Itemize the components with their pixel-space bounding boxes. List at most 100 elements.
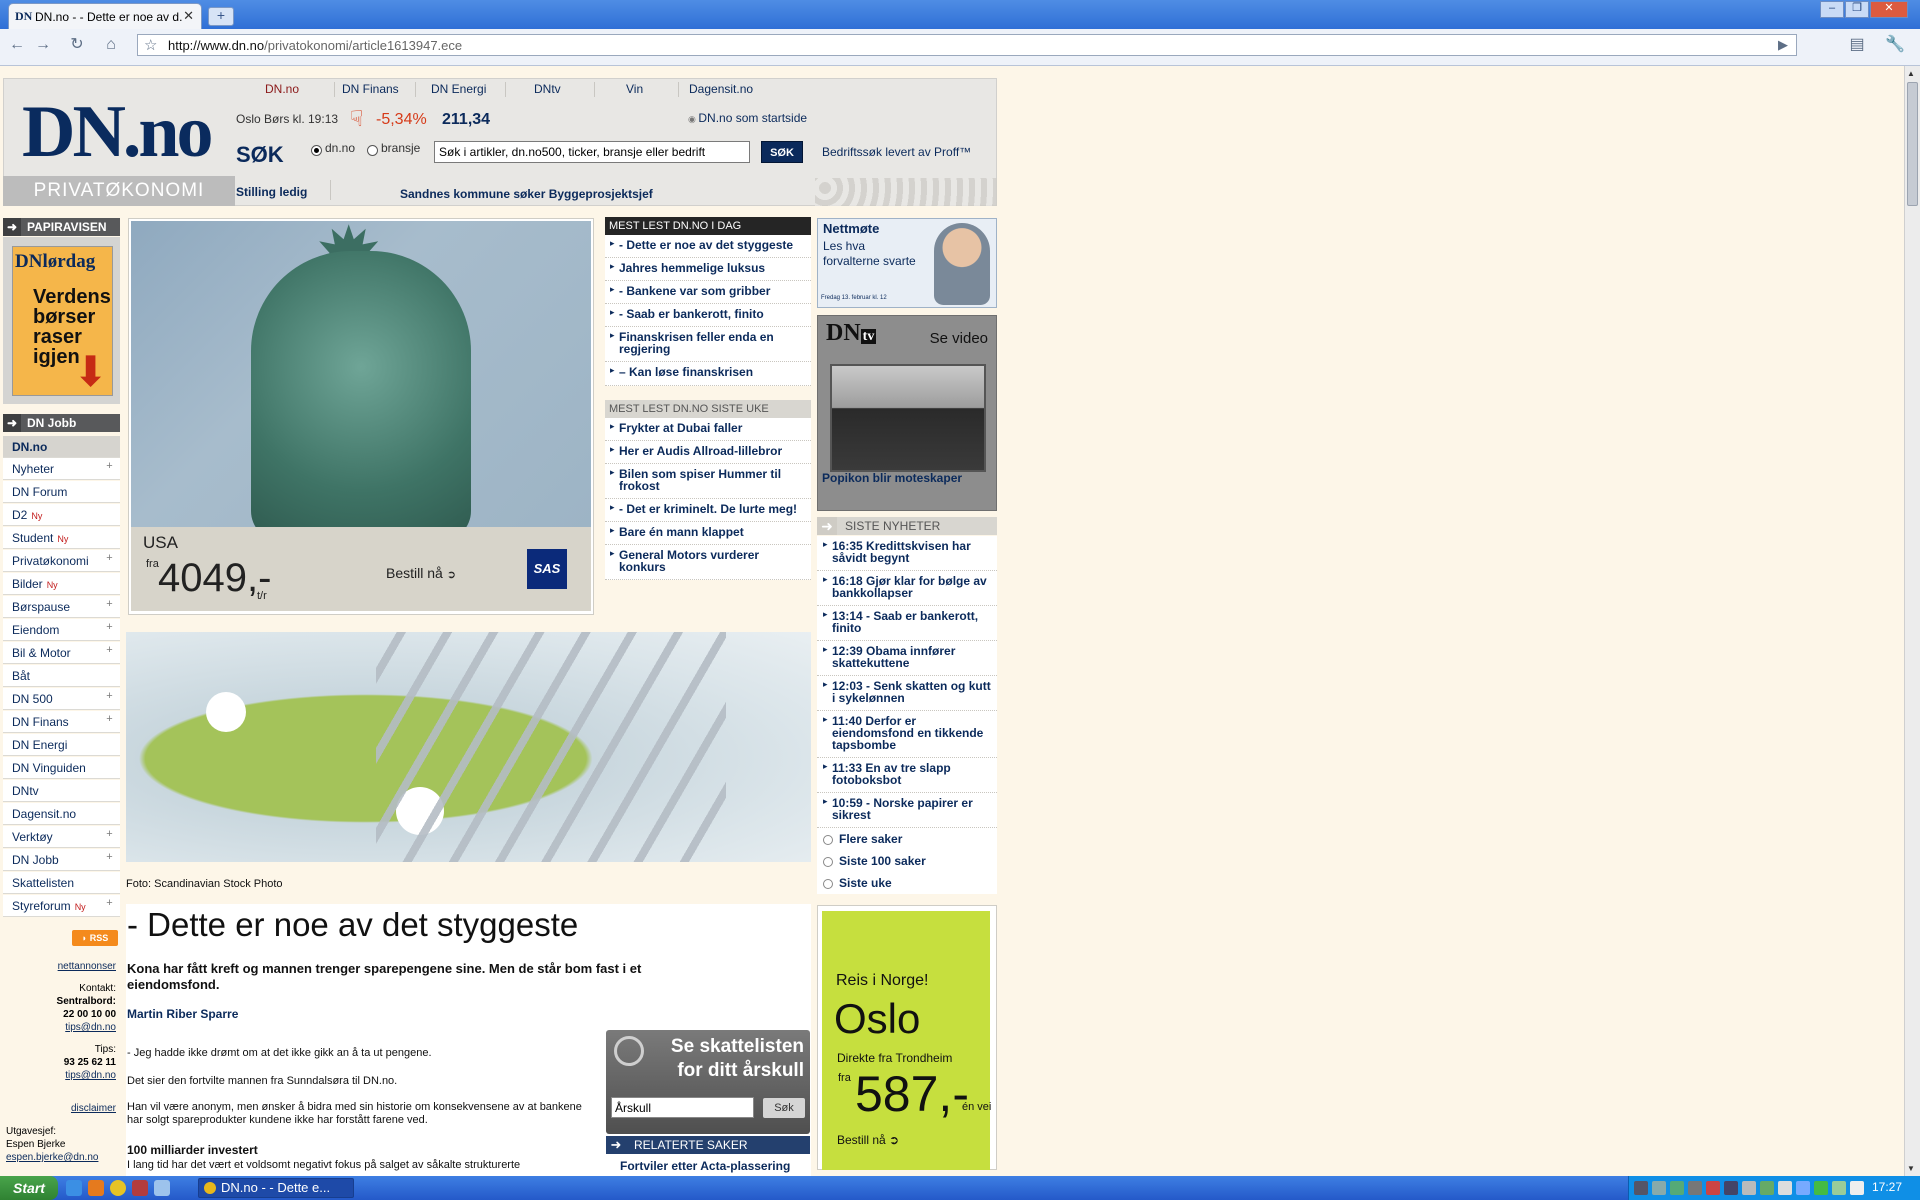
se-video-link[interactable]: Se video <box>930 330 988 347</box>
taskbar-item-browser[interactable]: DN.no - - Dette e... <box>198 1178 354 1198</box>
tray-icon[interactable] <box>1634 1181 1648 1195</box>
search-input[interactable] <box>434 141 750 163</box>
mest-lest-item[interactable]: ▸ General Motors vurderer konkurs <box>605 545 811 580</box>
search-button[interactable]: SØK <box>761 141 803 163</box>
tray-icon[interactable] <box>1670 1181 1684 1195</box>
job-ad-link[interactable]: Sandnes kommune søker Byggeprosjektsjef <box>400 187 653 201</box>
leftnav-item[interactable]: Nyheter + <box>3 458 120 480</box>
mest-lest-item[interactable]: ▸ Her er Audis Allroad-lillebror <box>605 441 811 464</box>
expand-plus-icon[interactable]: + <box>104 622 115 633</box>
nettmote-box[interactable]: Nettmøte Les hva forvalterne svarte Fred… <box>817 218 997 308</box>
leftnav-item[interactable]: DN Energi <box>3 734 120 756</box>
sas-bestill-button[interactable]: Bestill nå ➲ <box>386 565 456 581</box>
leftnav-item[interactable]: Båt <box>3 665 120 687</box>
tray-icon[interactable] <box>1652 1181 1666 1195</box>
mest-lest-item[interactable]: ▸ Jahres hemmelige luksus <box>605 258 811 281</box>
arskull-input[interactable] <box>611 1097 754 1118</box>
radio-bransje[interactable] <box>367 145 378 156</box>
siste-nyheter-item[interactable]: ▸ 10:59 - Norske papirer er sikrest <box>817 793 997 828</box>
leftnav-item[interactable]: DN 500 + <box>3 688 120 710</box>
app-icon-2[interactable] <box>154 1180 170 1196</box>
leftnav-item[interactable]: Bil & Motor + <box>3 642 120 664</box>
close-tab-icon[interactable]: ✕ <box>183 8 194 24</box>
mest-lest-item[interactable]: ▸ - Saab er bankerott, finito <box>605 304 811 327</box>
close-window-icon[interactable]: ✕ <box>1870 1 1908 18</box>
related-article-link[interactable]: Fortviler etter Acta-plassering <box>620 1159 790 1173</box>
video-thumbnail[interactable] <box>830 364 986 472</box>
rss-button[interactable]: ◗ RSS <box>72 930 118 946</box>
expand-plus-icon[interactable]: + <box>104 852 115 863</box>
skatteliste-search-button[interactable]: Søk <box>763 1098 805 1118</box>
tips-email-link[interactable]: tips@dn.no <box>6 1021 116 1034</box>
wrench-menu-icon[interactable]: 🔧 <box>1884 34 1906 56</box>
leftnav-item[interactable]: DN Vinguiden <box>3 757 120 779</box>
go-arrow-icon[interactable]: ▶ <box>1778 37 1788 53</box>
leftnav-item[interactable]: DN Jobb + <box>3 849 120 871</box>
firefox-icon[interactable] <box>88 1180 104 1196</box>
mest-lest-item[interactable]: ▸ - Bankene var som gribber <box>605 281 811 304</box>
expand-plus-icon[interactable]: + <box>104 645 115 656</box>
mest-lest-item[interactable]: ▸ - Dette er noe av det styggeste <box>605 235 811 258</box>
topnav-dntv[interactable]: DNtv <box>534 82 561 96</box>
nettannonser-link[interactable]: nettannonser <box>6 960 116 973</box>
dntv-box[interactable]: DN tv Se video Popikon blir moteskaper <box>817 315 997 511</box>
chrome-icon[interactable] <box>110 1180 126 1196</box>
app-icon[interactable] <box>132 1180 148 1196</box>
leftnav-item[interactable]: DN Finans + <box>3 711 120 733</box>
tray-icon[interactable] <box>1706 1181 1720 1195</box>
leftnav-item[interactable]: Student Ny <box>3 527 120 549</box>
topnav-vin[interactable]: Vin <box>626 82 643 96</box>
siste-nyheter-item[interactable]: ▸ 11:40 Derfor er eiendomsfond en tikkend… <box>817 711 997 758</box>
siste-nyheter-item[interactable]: ▸ 16:18 Gjør klar for bølge av bankkollap… <box>817 571 997 606</box>
leftnav-item[interactable]: Dagensit.no <box>3 803 120 825</box>
topnav-dn-energi[interactable]: DN Energi <box>431 82 486 96</box>
article-image[interactable] <box>126 632 811 862</box>
dn-jobb-heading[interactable]: ➜ DN Jobb <box>3 414 120 432</box>
ie-icon[interactable] <box>66 1180 82 1196</box>
leftnav-item[interactable]: Privatøkonomi + <box>3 550 120 572</box>
oslo-bestill-button[interactable]: Bestill nå ➲ <box>837 1133 899 1147</box>
mest-lest-item[interactable]: ▸ Frykter at Dubai faller <box>605 418 811 441</box>
volume-icon[interactable] <box>1850 1181 1864 1195</box>
browser-tab[interactable]: DN DN.no - - Dette er noe av d... ✕ <box>8 3 202 29</box>
leftnav-item[interactable]: Bilder Ny <box>3 573 120 595</box>
bedriftssok-link[interactable]: Bedriftssøk levert av Proff™ <box>822 145 971 159</box>
expand-plus-icon[interactable]: + <box>104 599 115 610</box>
tray-icon[interactable] <box>1724 1181 1738 1195</box>
home-icon[interactable]: ⌂ <box>100 34 122 56</box>
maximize-window-icon[interactable]: ❐ <box>1845 1 1869 18</box>
statue-of-liberty-image[interactable]: ✹ <box>131 221 591 527</box>
leftnav-item[interactable]: DN.no <box>3 436 120 458</box>
mest-lest-item[interactable]: ▸ Bilen som spiser Hummer til frokost <box>605 464 811 499</box>
siste-nyheter-item[interactable]: ▸ 11:33 En av tre slapp fotoboksbot <box>817 758 997 793</box>
expand-plus-icon[interactable]: + <box>104 898 115 909</box>
leftnav-item[interactable]: Eiendom + <box>3 619 120 641</box>
tray-icon[interactable] <box>1832 1181 1846 1195</box>
expand-plus-icon[interactable]: + <box>104 461 115 472</box>
siste-nyheter-item[interactable]: ▸ 13:14 - Saab er bankerott, finito <box>817 606 997 641</box>
article-author[interactable]: Martin Riber Sparre <box>127 1007 238 1021</box>
wifi-icon[interactable] <box>1814 1181 1828 1195</box>
leftnav-item[interactable]: Verktøy + <box>3 826 120 848</box>
tips-email-link-2[interactable]: tips@dn.no <box>6 1069 116 1082</box>
tray-icon[interactable] <box>1796 1181 1810 1195</box>
leftnav-item[interactable]: DNtv <box>3 780 120 802</box>
minimize-window-icon[interactable]: – <box>1820 1 1844 18</box>
siste-nyheter-item[interactable]: ▸ 12:03 - Senk skatten og kutt i sykelønn… <box>817 676 997 711</box>
page-menu-icon[interactable]: ▤ <box>1846 34 1868 56</box>
tray-icon[interactable] <box>1760 1181 1774 1195</box>
siste-nyheter-item[interactable]: ▸ 16:35 Kredittskvisen har såvidt begynt <box>817 536 997 571</box>
topnav-dn-finans[interactable]: DN Finans <box>342 82 399 96</box>
disclaimer-link[interactable]: disclaimer <box>6 1102 116 1115</box>
scroll-down-icon[interactable]: ▼ <box>1907 1164 1915 1173</box>
siste-nyheter-item[interactable]: ▸ 12:39 Obama innfører skattekuttene <box>817 641 997 676</box>
leftnav-item[interactable]: Børspause + <box>3 596 120 618</box>
expand-plus-icon[interactable]: + <box>104 714 115 725</box>
reload-icon[interactable]: ↻ <box>66 34 88 56</box>
expand-plus-icon[interactable]: + <box>104 553 115 564</box>
radio-dn-no[interactable] <box>311 145 322 156</box>
video-caption[interactable]: Popikon blir moteskaper <box>822 471 962 485</box>
newspaper-cover[interactable]: DNlørdag Verdens børser raser igjen ⬇ <box>12 246 113 396</box>
leftnav-item[interactable]: Styreforum Ny + <box>3 895 120 917</box>
start-button[interactable]: Start <box>0 1176 58 1200</box>
